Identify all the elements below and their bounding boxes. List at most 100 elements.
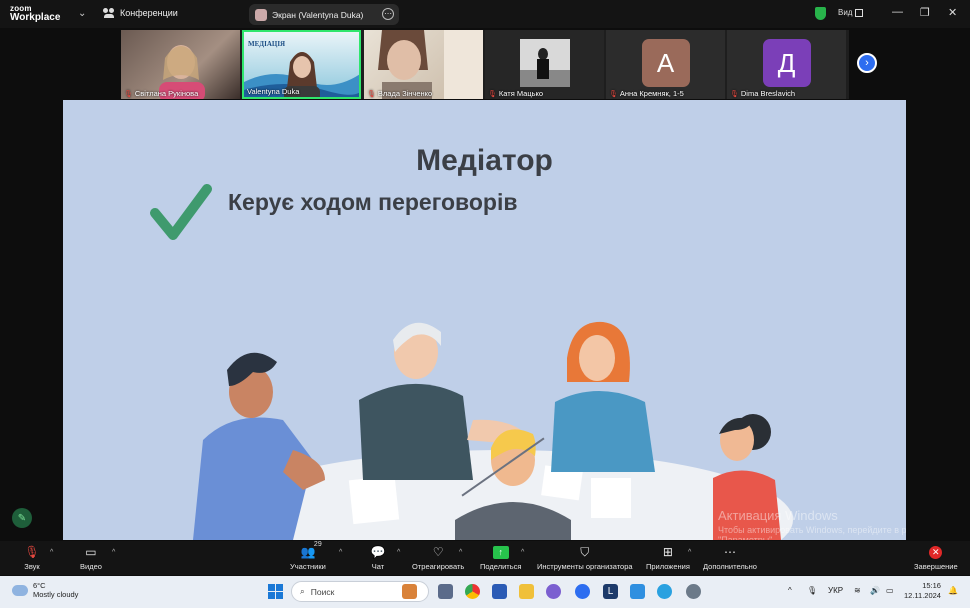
participant-name: 🎙 Анна Кремняк, 1-5 <box>609 89 684 98</box>
title-bar: zoom Workplace ⌄ Конференции Экран (Vale… <box>0 0 970 28</box>
clock-time: 15:16 <box>922 581 941 590</box>
mic-muted-icon: 🎙 <box>609 90 618 98</box>
volume-icon[interactable]: 🔊 <box>870 586 880 595</box>
screen-share-pill[interactable]: Экран (Valentyna Duka) ⋯ <box>249 4 399 25</box>
chat-icon: 💬 <box>370 545 386 559</box>
mic-muted-icon: 🎙 <box>24 545 40 559</box>
participant-avatar-letter: А <box>641 39 690 87</box>
chrome-icon[interactable] <box>465 584 480 599</box>
video-options-caret[interactable]: ^ <box>112 549 115 556</box>
participants-icon: 👥 29 <box>300 541 322 559</box>
share-button[interactable]: ↑ Поделиться <box>480 544 521 571</box>
meeting-illustration <box>193 321 793 540</box>
annotate-pencil-icon[interactable]: ✎ <box>12 508 32 528</box>
participant-name: 🎙 Світлана Рукінова <box>124 89 199 98</box>
participant-tile[interactable]: Д 🎙 Dima Breslavich <box>727 30 846 99</box>
folder-icon[interactable] <box>519 584 534 599</box>
shared-screen-slide: Медіатор Керує ходом переговорів Активац… <box>63 100 906 540</box>
apps-icon: ⊞ <box>662 545 673 559</box>
activation-watermark-text: Чтобы активировать Windows, перейдите в … <box>718 525 906 540</box>
zoom-icon[interactable] <box>575 584 590 599</box>
participant-tile[interactable]: 🎙 Катя Мацько <box>485 30 604 99</box>
share-options-caret[interactable]: ^ <box>521 549 524 556</box>
photos-icon[interactable] <box>630 584 645 599</box>
participant-tile[interactable]: А 🎙 Анна Кремняк, 1-5 <box>606 30 725 99</box>
mic-muted-icon: 🎙 <box>124 90 133 98</box>
telegram-icon[interactable] <box>657 584 672 599</box>
react-options-caret[interactable]: ^ <box>459 549 462 556</box>
participant-name: 🎙 Влада Зінченко <box>367 89 433 98</box>
windows-taskbar: 6°C Mostly cloudy ⌕ Поиск L ^ 🎙 УКР ≋ 🔊 … <box>0 576 970 608</box>
screen-share-label: Экран (Valentyna Duka) <box>272 9 364 20</box>
clock-date: 12.11.2024 <box>904 591 941 600</box>
restore-icon[interactable]: ❐ <box>920 6 930 19</box>
participants-options-caret[interactable]: ^ <box>339 549 342 556</box>
notification-bell-icon[interactable]: 🔔 <box>948 586 958 595</box>
participant-tile-active[interactable]: МЕДІАЦІЯ Valentyna Duka <box>242 30 361 99</box>
search-placeholder: Поиск <box>310 586 335 597</box>
battery-icon[interactable]: ▭ <box>886 586 894 595</box>
weather-widget[interactable]: 6°C Mostly cloudy <box>12 581 78 599</box>
host-tools-button[interactable]: ⛉ Инструменты организатора <box>537 544 633 572</box>
meeting-controls: 🎙 Звук ^ ▭ Видео ^ 👥 29 Участники ^ 💬 Чат… <box>0 541 970 575</box>
heart-icon: ♡ <box>432 545 444 559</box>
start-button[interactable] <box>268 584 283 599</box>
audio-options-caret[interactable]: ^ <box>50 549 53 556</box>
bridge-icon[interactable] <box>402 584 417 599</box>
more-icon: ⋯ <box>723 545 736 559</box>
meeting-tab[interactable]: Конференции <box>103 8 178 18</box>
apps-options-caret[interactable]: ^ <box>688 549 691 556</box>
security-shield-icon[interactable] <box>815 7 826 20</box>
chevron-down-icon[interactable]: ⌄ <box>78 8 86 19</box>
presenter-avatar <box>255 8 267 21</box>
svg-text:МЕДІАЦІЯ: МЕДІАЦІЯ <box>248 40 285 48</box>
brand-line-2: Workplace <box>10 12 61 23</box>
cloud-icon <box>12 584 28 596</box>
share-screen-icon: ↑ <box>492 545 509 559</box>
view-label: Вид <box>838 8 853 17</box>
grid-icon <box>855 8 864 17</box>
language-indicator[interactable]: УКР <box>828 586 843 595</box>
settings-icon[interactable] <box>686 584 701 599</box>
close-icon[interactable]: ✕ <box>948 6 957 19</box>
viber-icon[interactable] <box>546 584 561 599</box>
view-button[interactable]: Вид <box>838 8 864 17</box>
mic-muted-icon: 🎙 <box>367 90 376 98</box>
people-icon <box>103 8 115 18</box>
participant-gallery: 🎙 Світлана Рукінова МЕДІАЦІЯ Valentyna Du… <box>121 30 849 99</box>
video-button[interactable]: ▭ Видео <box>80 544 102 571</box>
end-meeting-button[interactable]: ✕ Завершение <box>914 544 958 571</box>
more-icon[interactable]: ⋯ <box>382 8 394 20</box>
chat-button[interactable]: 💬 Чат <box>370 544 386 571</box>
participants-button[interactable]: 👥 29 Участники <box>290 541 326 571</box>
wifi-icon[interactable]: ≋ <box>854 586 861 595</box>
close-icon: ✕ <box>929 545 943 559</box>
participant-tile[interactable]: 🎙 Світлана Рукінова <box>121 30 240 99</box>
zoom-window: zoom Workplace ⌄ Конференции Экран (Vale… <box>0 0 970 608</box>
tray-chevron-icon[interactable]: ^ <box>788 586 792 595</box>
mic-muted-icon: 🎙 <box>488 90 497 98</box>
zoom-logo: zoom Workplace <box>10 4 61 23</box>
l-app-icon[interactable]: L <box>603 584 618 599</box>
mic-muted-icon: 🎙 <box>730 90 739 98</box>
activation-watermark-title: Активация Windows <box>718 508 838 523</box>
weather-desc: Mostly cloudy <box>33 590 79 599</box>
system-clock[interactable]: 15:16 12.11.2024 <box>904 581 941 601</box>
participant-tile[interactable]: 🎙 Влада Зінченко <box>364 30 483 99</box>
apps-button[interactable]: ⊞ Приложения <box>646 544 690 571</box>
meeting-tab-label: Конференции <box>120 8 178 18</box>
react-button[interactable]: ♡ Отреагировать <box>412 544 464 571</box>
word-icon[interactable] <box>492 584 507 599</box>
save-icon[interactable] <box>438 584 453 599</box>
mic-tray-icon[interactable]: 🎙 <box>807 586 817 595</box>
chat-options-caret[interactable]: ^ <box>397 549 400 556</box>
gallery-next-icon[interactable]: › <box>857 53 877 73</box>
participant-name: 🎙 Dima Breslavich <box>730 89 796 98</box>
participant-name: 🎙 Катя Мацько <box>488 89 544 98</box>
camera-icon: ▭ <box>85 545 97 559</box>
participant-avatar-letter: Д <box>762 39 811 87</box>
more-button[interactable]: ⋯ Дополнительно <box>703 544 757 571</box>
minimize-icon[interactable]: — <box>892 6 903 18</box>
audio-button[interactable]: 🎙 Звук <box>24 544 40 571</box>
weather-temp: 6°C <box>33 581 46 590</box>
